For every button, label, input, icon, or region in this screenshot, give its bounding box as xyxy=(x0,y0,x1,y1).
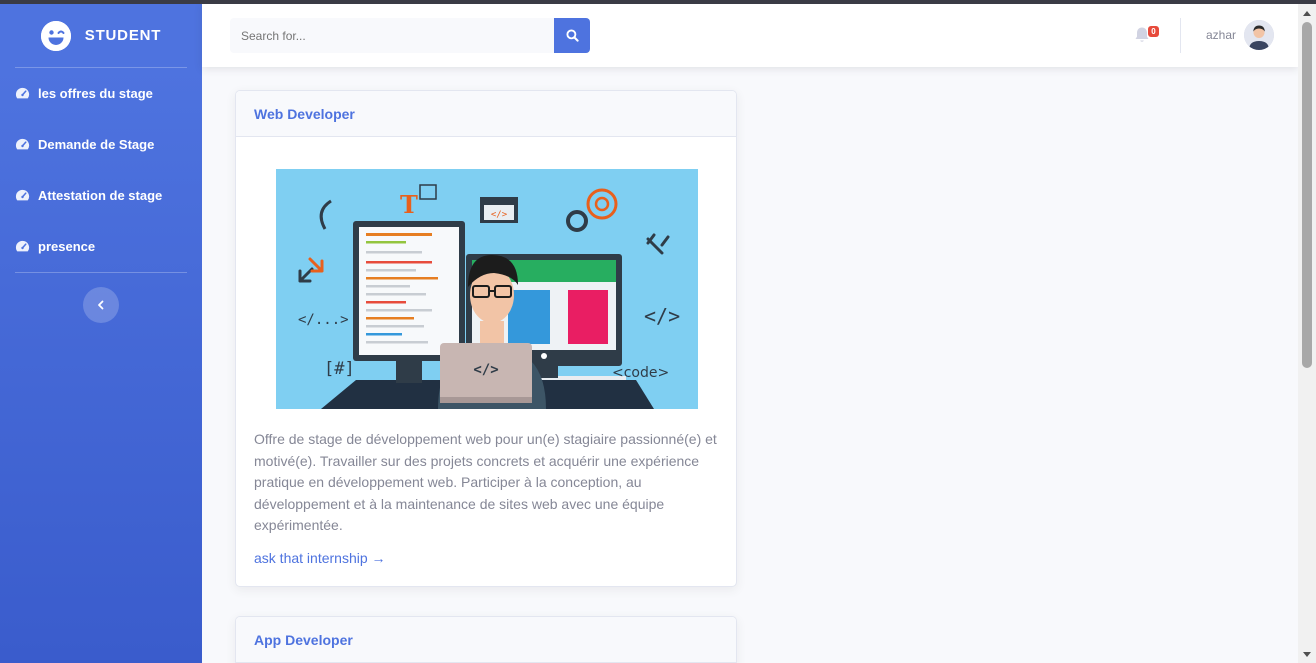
card-title: App Developer xyxy=(254,631,353,648)
sidebar-toggle-wrap xyxy=(0,287,202,323)
internship-card: Web Developer </> T </> </...> [#] <code… xyxy=(235,90,737,587)
card-header: App Developer xyxy=(236,617,736,663)
ask-internship-link[interactable]: ask that internship → xyxy=(254,550,386,566)
search-button[interactable] xyxy=(554,18,590,53)
sidebar-item-label: Attestation de stage xyxy=(38,188,163,203)
scroll-up-arrow-icon[interactable] xyxy=(1303,11,1311,16)
card-description: Offre de stage de développement web pour… xyxy=(254,431,717,534)
code-label: <code> xyxy=(612,365,669,381)
chevron-left-icon xyxy=(98,300,104,310)
card-title: Web Developer xyxy=(254,105,355,122)
sidebar-item-demande[interactable]: Demande de Stage xyxy=(0,119,202,170)
scroll-down-arrow-icon[interactable] xyxy=(1303,652,1311,657)
card-header: Web Developer xyxy=(236,91,736,137)
brand-name: STUDENT xyxy=(84,27,162,44)
sidebar-item-label: les offres du stage xyxy=(38,86,153,101)
search-input[interactable] xyxy=(230,18,554,53)
search-group xyxy=(230,18,590,53)
screen-tag-label: </> xyxy=(491,210,508,220)
tachometer-icon xyxy=(15,87,30,99)
sidebar-item-label: presence xyxy=(38,239,96,254)
notification-count-badge: 0 xyxy=(1148,26,1159,37)
sidebar-item-attestation[interactable]: Attestation de stage xyxy=(0,170,202,221)
search-icon xyxy=(565,29,579,42)
window-top-border xyxy=(0,0,1316,4)
hash-label: [#] xyxy=(324,359,355,379)
tachometer-icon xyxy=(15,189,30,201)
internship-card: App Developer xyxy=(235,616,737,663)
user-dropdown[interactable]: azhar xyxy=(1206,20,1275,50)
web-developer-illustration: </> T </> </...> [#] <code> </> xyxy=(276,169,698,409)
sidebar: STUDENT les offres du stage Demande de S… xyxy=(0,4,202,663)
avatar xyxy=(1244,20,1275,50)
sidebar-divider xyxy=(15,272,187,273)
topbar-divider xyxy=(1180,18,1181,53)
laptop-label: </> xyxy=(473,362,498,378)
sidebar-item-label: Demande de Stage xyxy=(38,137,155,152)
sidebar-item-presence[interactable]: presence xyxy=(0,221,202,272)
tachometer-icon xyxy=(15,138,30,150)
user-name: azhar xyxy=(1206,28,1237,42)
letter-t-label: T xyxy=(400,190,418,219)
scrollbar-thumb[interactable] xyxy=(1302,22,1312,368)
laugh-wink-icon xyxy=(40,20,71,51)
tag-label: </> xyxy=(644,304,680,328)
card-body: </> T </> </...> [#] <code> </> Offre de… xyxy=(236,137,736,586)
code-tag-label: </...> xyxy=(298,312,349,328)
sidebar-item-offres[interactable]: les offres du stage xyxy=(0,68,202,119)
sidebar-brand[interactable]: STUDENT xyxy=(0,4,202,67)
topbar: 0 azhar xyxy=(202,4,1298,67)
page-scrollbar[interactable] xyxy=(1298,4,1316,663)
tachometer-icon xyxy=(15,240,30,252)
sidebar-toggle-button[interactable] xyxy=(83,287,119,323)
